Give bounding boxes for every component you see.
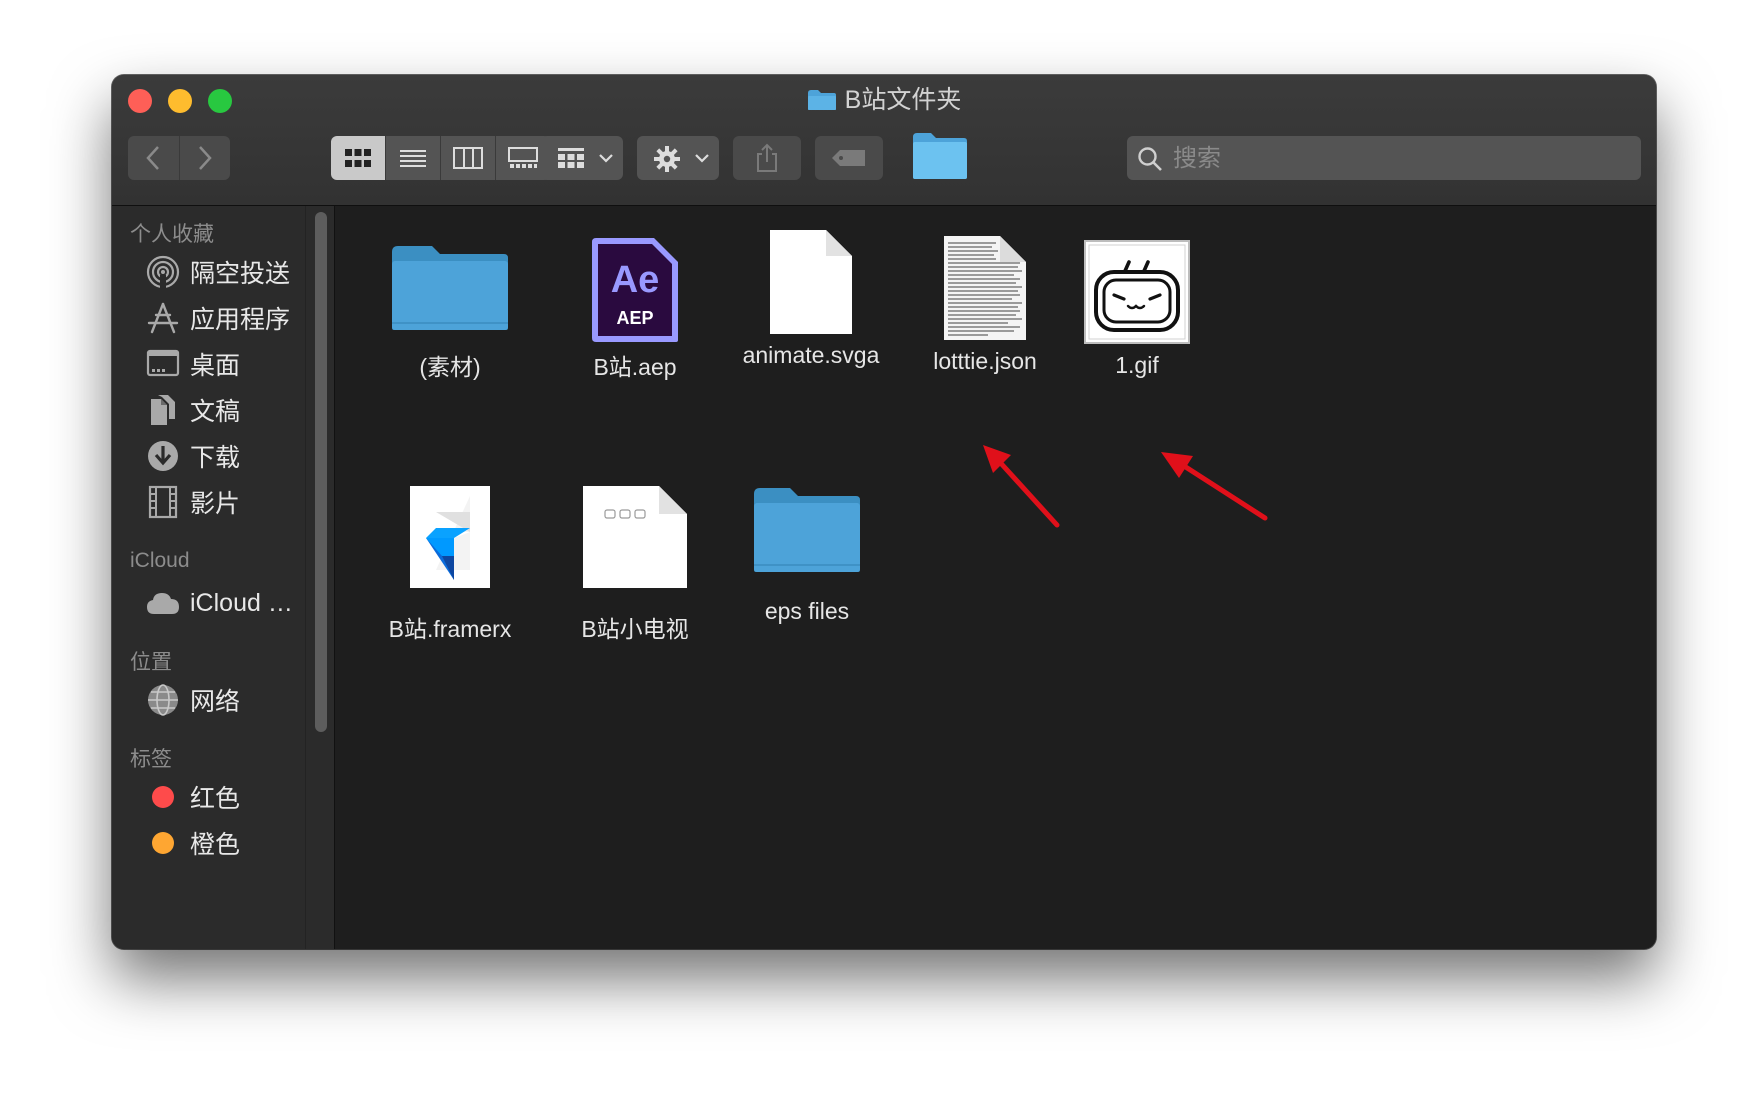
sidebar-item-tag-red[interactable]: 红色 xyxy=(144,777,240,817)
file-item-gif[interactable]: 1.gif xyxy=(1047,236,1227,406)
sidebar-item-label: 影片 xyxy=(190,490,241,518)
tag-dot-icon xyxy=(152,832,174,854)
back-button[interactable] xyxy=(128,136,180,180)
document-icon xyxy=(770,230,852,334)
gear-icon xyxy=(654,146,680,172)
sidebar-item-desktop[interactable]: 桌面 xyxy=(144,344,240,384)
file-name: 1.gif xyxy=(1115,352,1159,378)
desktop-icon xyxy=(146,349,180,377)
sidebar-item-network[interactable]: 网络 xyxy=(144,680,240,720)
sidebar-item-tag-orange[interactable]: 橙色 xyxy=(144,823,240,863)
titlebar: B站文件夹 xyxy=(112,75,1656,206)
finder-window: B站文件夹 搜索 个人收藏 隔空投送 应用程序 桌面 文稿 下载 影片 iClo… xyxy=(112,75,1656,949)
sidebar-item-label: 下载 xyxy=(190,444,241,472)
network-icon xyxy=(148,684,178,716)
applications-icon xyxy=(147,302,179,334)
document-preview-icon xyxy=(583,486,687,588)
sidebar-item-documents[interactable]: 文稿 xyxy=(144,390,240,430)
folder-icon xyxy=(807,90,836,110)
text-document-icon xyxy=(944,236,1026,340)
group-by-button[interactable] xyxy=(541,136,623,180)
tag-button[interactable] xyxy=(815,136,883,180)
file-grid: (素材) Ae AEP B站.aep animate.svga lotttie.… xyxy=(335,206,1656,949)
list-view-button[interactable] xyxy=(386,136,441,180)
framer-file-icon xyxy=(410,486,490,588)
window-title: B站文件夹 xyxy=(112,85,1656,115)
icon-view-button[interactable] xyxy=(331,136,386,180)
annotation-arrow-icon xyxy=(983,445,1060,528)
sidebar-item-label: 隔空投送 xyxy=(190,260,291,288)
section-locations: 位置 xyxy=(130,651,172,674)
navigation-buttons xyxy=(128,136,230,180)
group-grid-icon xyxy=(558,148,584,168)
sidebar-item-label: 橙色 xyxy=(190,831,241,859)
aep-label: AEP xyxy=(616,308,653,328)
sidebar-item-label: 红色 xyxy=(190,785,241,813)
action-menu-button[interactable] xyxy=(637,136,719,180)
chevron-down-icon xyxy=(599,154,613,163)
annotation-arrow-icon xyxy=(1161,452,1268,521)
tag-dot-icon xyxy=(152,786,174,808)
after-effects-file-icon: Ae AEP xyxy=(592,238,678,342)
tag-icon xyxy=(832,150,865,166)
folder-icon xyxy=(913,133,967,179)
search-input[interactable] xyxy=(1171,136,1635,182)
folder-icon xyxy=(754,488,860,572)
bilibili-tv-thumbnail-icon xyxy=(1084,240,1190,344)
sidebar-item-label: 应用程序 xyxy=(190,306,291,334)
sidebar-item-label: 文稿 xyxy=(190,398,241,426)
sidebar-item-label: 桌面 xyxy=(190,352,241,380)
chevron-down-icon xyxy=(695,154,709,163)
sidebar-item-downloads[interactable]: 下载 xyxy=(144,436,240,476)
section-favorites: 个人收藏 xyxy=(130,223,214,246)
icon-grid-icon xyxy=(345,149,371,167)
scroll-thumb[interactable] xyxy=(315,212,327,732)
columns-icon xyxy=(453,147,483,169)
icloud-icon xyxy=(147,593,179,614)
sidebar-item-airdrop[interactable]: 隔空投送 xyxy=(144,252,290,292)
file-name: eps files xyxy=(764,598,850,624)
documents-icon xyxy=(151,395,175,425)
column-view-button[interactable] xyxy=(441,136,496,180)
search-field[interactable] xyxy=(1127,136,1641,182)
search-icon xyxy=(1138,147,1162,171)
gallery-icon xyxy=(508,147,538,168)
downloads-icon xyxy=(148,441,178,471)
sidebar-item-applications[interactable]: 应用程序 xyxy=(144,298,290,338)
file-item-bilibili-tv[interactable]: B站小电视 xyxy=(545,482,725,662)
chevron-left-icon xyxy=(146,146,160,170)
sidebar-item-movies[interactable]: 影片 xyxy=(144,482,240,522)
chevron-right-icon xyxy=(198,146,212,170)
ae-label: Ae xyxy=(611,259,660,301)
sidebar-item-label: 网络 xyxy=(190,688,241,716)
section-tags: 标签 xyxy=(130,748,172,771)
file-item-folder-eps[interactable]: eps files xyxy=(717,482,897,662)
airdrop-icon xyxy=(146,255,180,289)
sidebar: 个人收藏 隔空投送 应用程序 桌面 文稿 下载 影片 iCloud iCloud… xyxy=(112,206,335,949)
view-switcher xyxy=(331,136,550,180)
list-icon xyxy=(400,150,426,167)
share-button[interactable] xyxy=(733,136,801,180)
window-title-text: B站文件夹 xyxy=(844,86,962,114)
movies-icon xyxy=(148,485,178,519)
file-item-folder-sucai[interactable]: (素材) xyxy=(360,236,540,406)
sidebar-item-icloud-drive[interactable]: iCloud … xyxy=(144,583,293,623)
sidebar-scrollbar[interactable] xyxy=(305,206,334,949)
forward-button[interactable] xyxy=(179,136,230,180)
file-item-svga[interactable]: animate.svga xyxy=(721,230,901,406)
sidebar-item-label: iCloud … xyxy=(190,588,293,617)
folder-icon xyxy=(392,246,508,330)
folder-proxy-icon[interactable] xyxy=(911,131,969,181)
section-icloud: iCloud xyxy=(130,549,190,572)
share-icon xyxy=(757,143,777,172)
file-item-aep[interactable]: Ae AEP B站.aep xyxy=(545,236,725,406)
file-item-framerx[interactable]: B站.framerx xyxy=(360,482,540,662)
